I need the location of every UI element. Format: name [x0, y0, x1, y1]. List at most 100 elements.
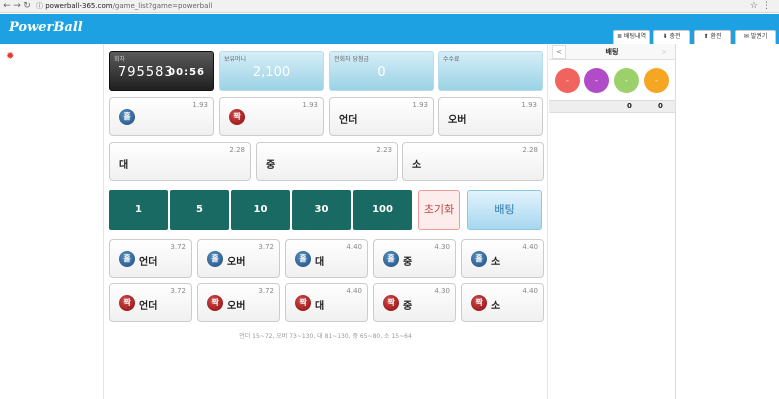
- bet-odds: 4.30: [434, 243, 450, 251]
- odd-ball: 홀: [471, 251, 487, 267]
- next-page-button[interactable]: >: [657, 45, 671, 59]
- bet-small[interactable]: 소 2.28: [402, 142, 544, 181]
- ticket-button[interactable]: ✉ 발권기: [735, 30, 776, 44]
- odd-ball: 홀: [383, 251, 399, 267]
- right-gutter: [675, 44, 779, 399]
- bet-slip-totals: [549, 100, 675, 113]
- bet-label: 대: [315, 257, 325, 268]
- bet-label: 오버: [227, 257, 246, 268]
- betting-history-button[interactable]: ≣ 배팅내역: [613, 30, 650, 44]
- round-number: 795583: [118, 65, 174, 80]
- back-arrow-icon[interactable]: ←: [2, 1, 12, 12]
- withdraw-button[interactable]: ⬆ 환전: [694, 30, 731, 44]
- bet-odd-under[interactable]: 홀 언더 3.72: [109, 239, 192, 278]
- slip-ball-green: -: [614, 68, 639, 93]
- bet-odds: 1.93: [302, 101, 318, 109]
- bet-medium[interactable]: 중 2.23: [256, 142, 398, 181]
- left-sidebar: [0, 44, 103, 399]
- browser-controls: ☆⋮: [750, 0, 775, 12]
- slip-ball-purple: -: [584, 68, 609, 93]
- even-ball: 짝: [229, 109, 245, 125]
- odd-ball: 홀: [295, 251, 311, 267]
- bet-label: 언더: [139, 257, 158, 268]
- last-win-label: 전회차 당첨금: [334, 56, 370, 63]
- bet-label: 오버: [448, 115, 467, 126]
- bet-even-over[interactable]: 짝 오버 3.72: [197, 283, 280, 322]
- amount-1-button[interactable]: 1: [109, 190, 168, 230]
- amount-100-button[interactable]: 100: [353, 190, 412, 230]
- download-icon: ⬇: [662, 33, 668, 40]
- odd-ball: 홀: [119, 251, 135, 267]
- last-win-card: 전회차 당첨금 0: [329, 51, 434, 91]
- bet-odd[interactable]: 홀 1.93: [109, 97, 214, 136]
- bet-odd-medium[interactable]: 홀 중 4.30: [373, 239, 456, 278]
- bet-label: 소: [491, 257, 501, 268]
- bet-odds: 4.40: [522, 243, 538, 251]
- bet-odds: 1.93: [412, 101, 428, 109]
- reload-icon[interactable]: ↻: [22, 1, 32, 12]
- bet-label: 소: [491, 301, 501, 312]
- bet-odds: 3.72: [258, 287, 274, 295]
- address-bar[interactable]: ⓘ powerball-365.com/game_list?game=power…: [36, 0, 212, 12]
- sun-icon[interactable]: ✹: [6, 51, 14, 62]
- amount-10-button[interactable]: 10: [231, 190, 290, 230]
- bet-large[interactable]: 대 2.28: [109, 142, 251, 181]
- star-icon[interactable]: ☆: [750, 1, 762, 11]
- bet-odds: 3.72: [258, 243, 274, 251]
- deposit-button[interactable]: ⬇ 충전: [653, 30, 690, 44]
- bet-odds: 4.40: [346, 287, 362, 295]
- info-icon: ⓘ: [36, 2, 46, 10]
- slip-ball-red: -: [555, 68, 580, 93]
- bet-even-under[interactable]: 짝 언더 3.72: [109, 283, 192, 322]
- bet-label: 언더: [139, 301, 158, 312]
- bet-even-large[interactable]: 짝 대 4.40: [285, 283, 368, 322]
- bet-odds: 3.72: [170, 243, 186, 251]
- list-icon: ≣: [616, 33, 622, 40]
- site-logo[interactable]: PowerBall: [9, 20, 83, 35]
- balance-card: 보유머니 2,100: [219, 51, 324, 91]
- place-bet-button[interactable]: 배팅: [467, 190, 542, 230]
- kebab-menu-icon[interactable]: ⋮: [762, 1, 775, 11]
- bet-odd-small[interactable]: 홀 소 4.40: [461, 239, 544, 278]
- mail-icon: ✉: [743, 33, 749, 40]
- even-ball: 짝: [119, 295, 135, 311]
- url-host: powerball-365.com: [45, 2, 113, 10]
- round-card: 회차 795583 00:56: [109, 51, 214, 91]
- bet-label: 언더: [339, 115, 358, 126]
- betting-history-label: 배팅내역: [623, 33, 647, 40]
- bet-label: 오버: [227, 301, 246, 312]
- bet-odds: 2.23: [376, 146, 392, 154]
- even-ball: 짝: [471, 295, 487, 311]
- bet-odds: 2.28: [522, 146, 538, 154]
- balance-value: 2,100: [252, 65, 291, 80]
- bet-even-small[interactable]: 짝 소 4.40: [461, 283, 544, 322]
- bet-under[interactable]: 언더 1.93: [329, 97, 434, 136]
- bet-label: 대: [315, 301, 325, 312]
- fee-card: 수수료: [438, 51, 543, 91]
- bet-odd-over[interactable]: 홀 오버 3.72: [197, 239, 280, 278]
- last-win-value: 0: [377, 65, 386, 80]
- bet-odds: 1.93: [192, 101, 208, 109]
- bet-odds: 2.28: [229, 146, 245, 154]
- even-ball: 짝: [295, 295, 311, 311]
- odd-ball: 홀: [207, 251, 223, 267]
- bet-odd-large[interactable]: 홀 대 4.40: [285, 239, 368, 278]
- bet-even[interactable]: 짝 1.93: [219, 97, 324, 136]
- even-ball: 짝: [383, 295, 399, 311]
- bet-even-medium[interactable]: 짝 중 4.30: [373, 283, 456, 322]
- odd-ball: 홀: [119, 109, 135, 125]
- reset-button[interactable]: 초기화: [418, 190, 460, 230]
- forward-arrow-icon[interactable]: →: [12, 1, 22, 12]
- amount-30-button[interactable]: 30: [292, 190, 351, 230]
- amount-5-button[interactable]: 5: [170, 190, 229, 230]
- bet-label: 중: [403, 301, 413, 312]
- bet-odds: 4.30: [434, 287, 450, 295]
- upload-icon: ⬆: [703, 33, 709, 40]
- bet-odds: 3.72: [170, 287, 186, 295]
- round-timer: 00:56: [168, 67, 205, 78]
- bet-over[interactable]: 오버 1.93: [438, 97, 543, 136]
- bet-odds: 4.40: [346, 243, 362, 251]
- round-label: 회차: [114, 56, 126, 63]
- bet-odds: 1.93: [521, 101, 537, 109]
- slip-total-payout: 0: [658, 102, 663, 110]
